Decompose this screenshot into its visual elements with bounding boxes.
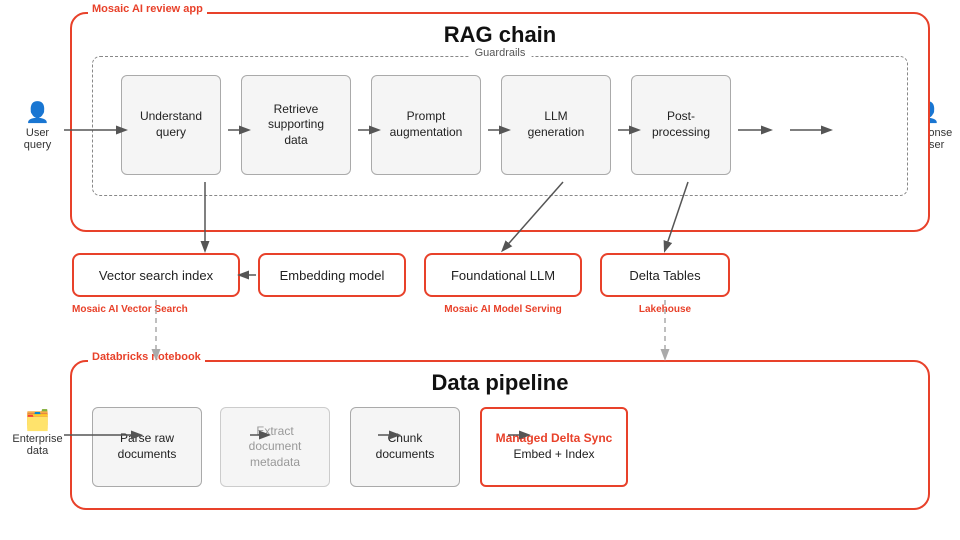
- rag-title: RAG chain: [72, 22, 928, 48]
- step-extract: Extractdocumentmetadata: [220, 407, 330, 487]
- user-icon: 👤: [10, 100, 65, 125]
- vector-search-box: Vector search index: [72, 253, 240, 297]
- data-pipeline-box: Databricks notebook Data pipeline Parse …: [70, 360, 930, 510]
- guardrails-label: Guardrails: [469, 47, 532, 59]
- enterprise-data-label: 🗂️ Enterprise data: [10, 408, 65, 457]
- lakehouse-label: Lakehouse: [600, 304, 730, 315]
- step-llm: LLMgeneration: [501, 75, 611, 175]
- step-managed-delta: Managed Delta Sync Embed + Index: [480, 407, 628, 487]
- diagram: 👤 User query 👤 Response to user 🗂️ Enter…: [0, 0, 960, 540]
- step-retrieve: Retrievesupportingdata: [241, 75, 351, 175]
- delta-tables-box: Delta Tables: [600, 253, 730, 297]
- embedding-model-box: Embedding model: [258, 253, 406, 297]
- user-query-label: 👤 User query: [10, 100, 65, 151]
- rag-chain-box: Mosaic AI review app RAG chain Guardrail…: [70, 12, 930, 232]
- guardrails-box: Guardrails Understandquery Retrievesuppo…: [92, 56, 908, 196]
- foundational-sublabel: Mosaic AI Model Serving: [424, 304, 582, 315]
- dp-title: Data pipeline: [72, 370, 928, 396]
- rag-outer-label: Mosaic AI review app: [88, 3, 207, 15]
- enterprise-icon: 🗂️: [10, 408, 65, 433]
- step-understand: Understandquery: [121, 75, 221, 175]
- step-parse: Parse rawdocuments: [92, 407, 202, 487]
- step-post: Post-processing: [631, 75, 731, 175]
- dp-outer-label: Databricks notebook: [88, 351, 205, 363]
- vector-search-sublabel: Mosaic AI Vector Search: [72, 304, 188, 315]
- foundational-llm-box: Foundational LLM: [424, 253, 582, 297]
- step-prompt: Promptaugmentation: [371, 75, 481, 175]
- step-chunk: Chunkdocuments: [350, 407, 460, 487]
